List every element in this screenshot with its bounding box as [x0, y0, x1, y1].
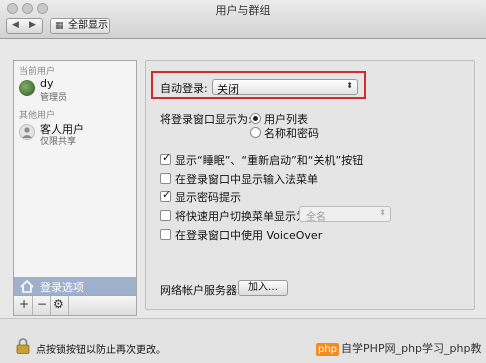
checkbox-fast-user-switch[interactable]: [160, 210, 171, 221]
fast-user-switch-select[interactable]: 全名 ⬍: [299, 206, 391, 223]
checkmark-icon: ✓: [162, 151, 172, 164]
fast-user-switch-value: 全名: [306, 212, 326, 223]
add-user-button[interactable]: +: [19, 297, 29, 311]
current-users-header: 当前用户: [19, 67, 56, 77]
remove-user-button[interactable]: −: [37, 297, 47, 311]
updown-arrows-icon: ⬍: [379, 208, 386, 217]
sidebar-toolbar: + − ⚙: [13, 296, 137, 316]
display-login-window-label: 将登录窗口显示为:: [160, 113, 252, 126]
network-account-server-label: 网络帐户服务器:: [160, 284, 241, 297]
checkbox-label: 将快速用户切换菜单显示为: [175, 210, 307, 223]
back-arrow-icon[interactable]: ◀: [12, 20, 19, 30]
window-title: 用户与群组: [215, 4, 271, 17]
user-role: 管理员: [40, 93, 68, 103]
lock-hint-text: 点按锁按钮以防止再次更改。: [36, 345, 166, 356]
login-options-label: 登录选项: [40, 281, 84, 294]
checkbox-label: 在登录窗口中显示输入法菜单: [175, 173, 318, 186]
checkbox-voiceover[interactable]: [160, 229, 171, 240]
back-forward-control: ◀ ▶: [6, 18, 43, 34]
toolbar-divider: [32, 296, 33, 315]
checkbox-show-input-menu[interactable]: [160, 173, 171, 184]
toolbar-divider: [50, 296, 51, 315]
checkbox-label: 显示密码提示: [175, 191, 241, 204]
radio-user-list[interactable]: [250, 113, 261, 124]
user-list-sidebar: 当前用户 dy 管理员 其他用户 客人用户 仅限共享 登录选项: [13, 60, 137, 296]
toolbar-divider: [68, 296, 69, 315]
login-options-item[interactable]: 登录选项: [14, 277, 136, 295]
forward-arrow-icon[interactable]: ▶: [29, 20, 36, 30]
other-users-header: 其他用户: [19, 111, 56, 121]
title-bar: 用户与群组 ◀ ▶ ▦ 全部显示: [0, 0, 486, 39]
gear-icon[interactable]: ⚙: [53, 297, 64, 311]
watermark: php 自学PHP网_php学习_php教: [316, 340, 481, 356]
checkbox-label: 显示“睡眠”、“重新启动”和“关机”按钮: [175, 154, 364, 167]
checkbox-show-power-buttons[interactable]: ✓: [160, 151, 172, 165]
show-all-button[interactable]: ▦ 全部显示: [50, 18, 110, 34]
grid-icon: ▦: [55, 21, 64, 31]
watermark-text: 自学PHP网_php学习_php教: [341, 342, 482, 355]
guest-avatar-icon: [19, 124, 35, 140]
user-name: dy: [40, 77, 54, 90]
auto-login-select[interactable]: 关闭 ⬍: [212, 79, 358, 96]
user-role: 仅限共享: [40, 137, 77, 147]
lock-icon[interactable]: [16, 338, 30, 354]
avatar: [19, 80, 35, 96]
updown-arrows-icon: ⬍: [346, 81, 353, 90]
auto-login-value: 关闭: [217, 83, 239, 96]
checkbox-label: 在登录窗口中使用 VoiceOver: [175, 229, 323, 242]
checkmark-icon: ✓: [162, 188, 172, 201]
house-icon: [20, 280, 34, 293]
checkbox-show-password-hints[interactable]: ✓: [160, 188, 172, 202]
join-button[interactable]: 加入…: [238, 280, 288, 296]
auto-login-label: 自动登录:: [160, 82, 208, 95]
show-all-label: 全部显示: [68, 20, 108, 31]
radio-name-password[interactable]: [250, 127, 261, 138]
watermark-logo: php: [316, 343, 340, 356]
radio-name-password-label: 名称和密码: [264, 127, 319, 140]
